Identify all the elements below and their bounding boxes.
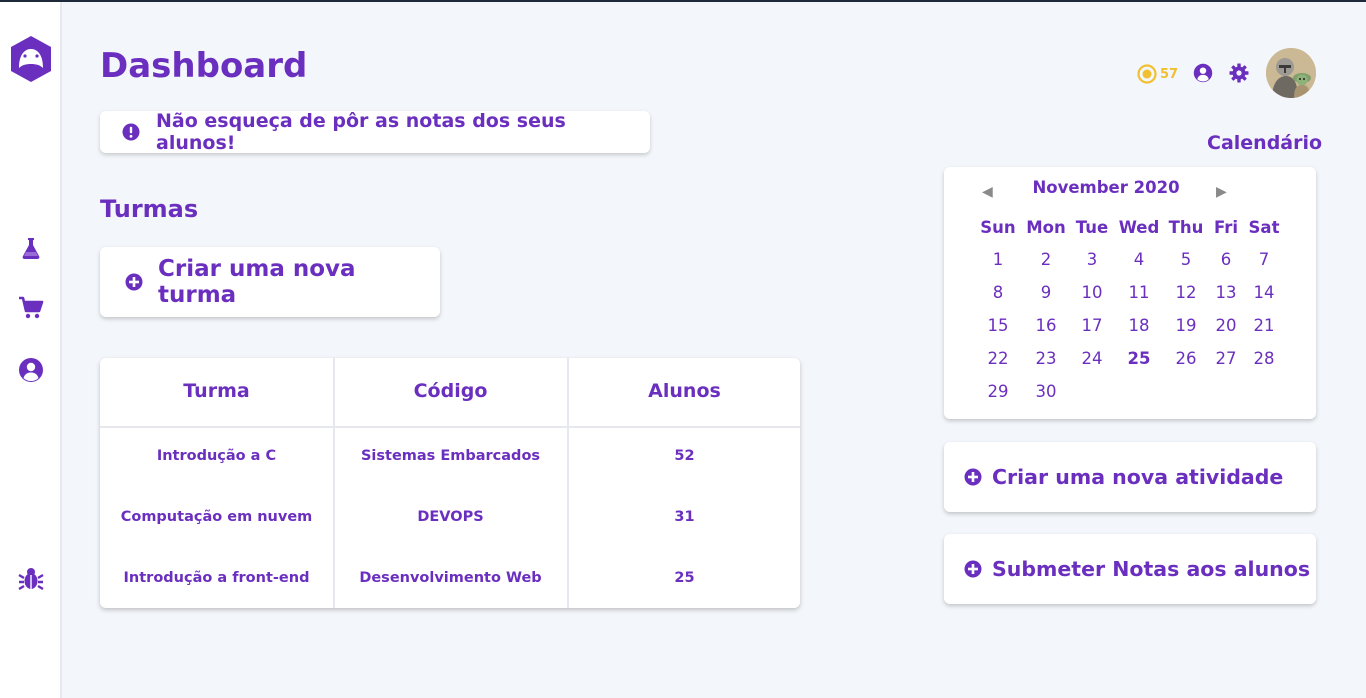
calendar-day[interactable]: 26 <box>1166 349 1206 368</box>
calendar-day[interactable]: 1 <box>978 250 1018 269</box>
calendar-day[interactable]: 20 <box>1206 316 1246 335</box>
table-column-turma: Turma Introdução a C Computação em nuvem… <box>100 358 333 608</box>
calendar-day[interactable]: 5 <box>1166 250 1206 269</box>
settings-gear-icon[interactable] <box>1229 63 1249 83</box>
calendar-day[interactable]: 9 <box>1026 283 1066 302</box>
classes-table: Turma Introdução a C Computação em nuvem… <box>100 358 800 608</box>
plus-circle-icon <box>125 273 143 291</box>
calendar-weekday: Sat <box>1248 218 1280 237</box>
calendar-month-label: November 2020 <box>1032 178 1180 197</box>
nav-cart-icon[interactable] <box>0 296 62 320</box>
plus-circle-icon <box>964 560 982 578</box>
alert-text: Não esqueça de pôr as notas dos seus alu… <box>156 110 566 154</box>
sidebar <box>0 2 62 698</box>
calendar-day[interactable]: 24 <box>1072 349 1112 368</box>
create-activity-button[interactable]: Criar uma nova atividade <box>944 442 1316 512</box>
table-cell: 25 <box>674 570 695 586</box>
table-cell[interactable]: Introdução a front-end <box>100 570 333 586</box>
table-column-alunos: Alunos 52 31 25 <box>567 358 800 608</box>
exclamation-circle-icon <box>122 123 140 141</box>
page-title: Dashboard <box>100 46 308 86</box>
profile-user-circle-icon[interactable] <box>1193 63 1213 83</box>
calendar-day[interactable]: 10 <box>1072 283 1112 302</box>
calendar-day[interactable]: 21 <box>1244 316 1284 335</box>
avatar[interactable] <box>1266 48 1316 98</box>
calendar-weekday: Tue <box>1075 218 1109 237</box>
coin-icon <box>1137 64 1157 84</box>
calendar-day[interactable]: 7 <box>1244 250 1284 269</box>
calendar-day[interactable]: 30 <box>1026 382 1066 401</box>
calendar-day[interactable]: 8 <box>978 283 1018 302</box>
table-header-divider <box>100 426 800 428</box>
calendar-day[interactable]: 4 <box>1119 250 1159 269</box>
calendar-day[interactable]: 29 <box>978 382 1018 401</box>
table-cell: 31 <box>674 509 695 525</box>
table-cell: DEVOPS <box>417 509 484 525</box>
classes-section-title: Turmas <box>100 195 199 223</box>
nav-user-circle-icon[interactable] <box>0 357 62 383</box>
table-header: Código <box>413 380 488 402</box>
create-class-label: Criar uma nova turma <box>158 256 356 308</box>
calendar-day[interactable]: 27 <box>1206 349 1246 368</box>
coin-count: 57 <box>1160 66 1179 82</box>
calendar-day[interactable]: 23 <box>1026 349 1066 368</box>
calendar-day[interactable]: 3 <box>1072 250 1112 269</box>
calendar-weekday: Mon <box>1026 218 1066 237</box>
calendar-day[interactable]: 15 <box>978 316 1018 335</box>
calendar-day[interactable]: 13 <box>1206 283 1246 302</box>
table-cell: Desenvolvimento Web <box>359 570 542 586</box>
calendar-day[interactable]: 2 <box>1026 250 1066 269</box>
calendar-day[interactable]: 16 <box>1026 316 1066 335</box>
table-cell: Sistemas Embarcados <box>360 448 541 464</box>
previous-month-icon[interactable]: ◀ <box>982 184 993 200</box>
calendar: ◀ November 2020 ▶ Sun Mon Tue Wed Thu Fri Sat 1… <box>944 167 1316 419</box>
calendar-title: Calendário <box>1207 132 1323 154</box>
submit-grades-label: Submeter Notas aos alunos <box>992 557 1311 581</box>
next-month-icon[interactable]: ▶ <box>1216 184 1227 200</box>
table-cell[interactable]: Introdução a C <box>100 448 333 464</box>
table-header: Turma <box>183 380 250 402</box>
calendar-day-today[interactable]: 25 <box>1119 349 1159 368</box>
calendar-day[interactable]: 17 <box>1072 316 1112 335</box>
calendar-day[interactable]: 22 <box>978 349 1018 368</box>
calendar-day[interactable]: 11 <box>1119 283 1159 302</box>
nav-flask-icon[interactable] <box>0 236 62 260</box>
table-cell: 52 <box>674 448 695 464</box>
calendar-day[interactable]: 6 <box>1206 250 1246 269</box>
calendar-day[interactable]: 12 <box>1166 283 1206 302</box>
calendar-day[interactable]: 18 <box>1119 316 1159 335</box>
nav-bug-icon[interactable] <box>0 566 62 592</box>
table-cell[interactable]: Computação em nuvem <box>100 509 333 525</box>
app-logo-icon[interactable] <box>0 34 62 84</box>
coin-balance: 57 <box>1137 64 1178 84</box>
calendar-weekday: Wed <box>1118 218 1160 237</box>
calendar-day[interactable]: 28 <box>1244 349 1284 368</box>
alert-banner: Não esqueça de pôr as notas dos seus alu… <box>100 110 650 154</box>
create-activity-label: Criar uma nova atividade <box>992 465 1284 489</box>
calendar-day[interactable]: 19 <box>1166 316 1206 335</box>
table-header: Alunos <box>648 380 721 402</box>
submit-grades-button[interactable]: Submeter Notas aos alunos <box>944 534 1316 604</box>
create-class-button[interactable]: Criar uma nova turma <box>100 247 440 317</box>
calendar-weekday: Sun <box>980 218 1016 237</box>
table-column-codigo: Código Sistemas Embarcados DEVOPS Desenv… <box>333 358 566 608</box>
plus-circle-icon <box>964 468 982 486</box>
calendar-day[interactable]: 14 <box>1244 283 1284 302</box>
